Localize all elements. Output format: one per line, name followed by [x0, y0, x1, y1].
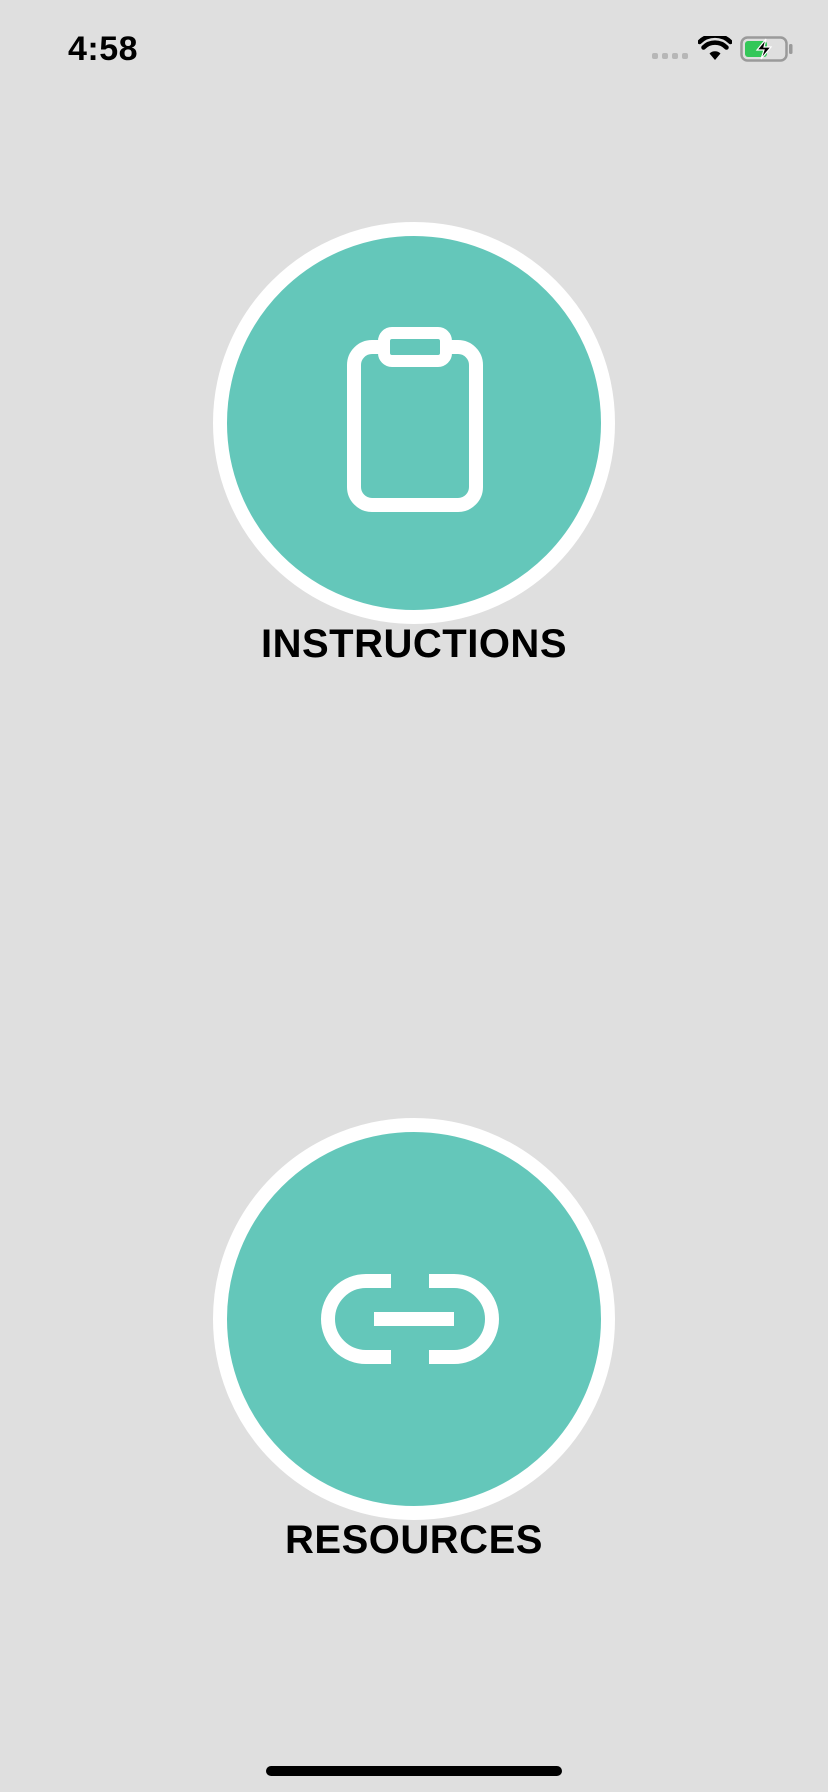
- wifi-icon: [698, 36, 732, 60]
- resources-label: RESOURCES: [285, 1518, 543, 1562]
- instructions-label: INSTRUCTIONS: [261, 622, 567, 666]
- battery-charging-icon: [740, 36, 793, 62]
- home-indicator[interactable]: [266, 1766, 562, 1776]
- status-bar: 4:58: [0, 0, 828, 100]
- resources-button[interactable]: [213, 1118, 615, 1520]
- link-icon: [321, 1274, 499, 1364]
- instructions-button[interactable]: [213, 222, 615, 624]
- status-time: 4:58: [68, 30, 139, 68]
- clipboard-icon: [347, 327, 483, 512]
- cellular-signal-icon: [652, 53, 688, 59]
